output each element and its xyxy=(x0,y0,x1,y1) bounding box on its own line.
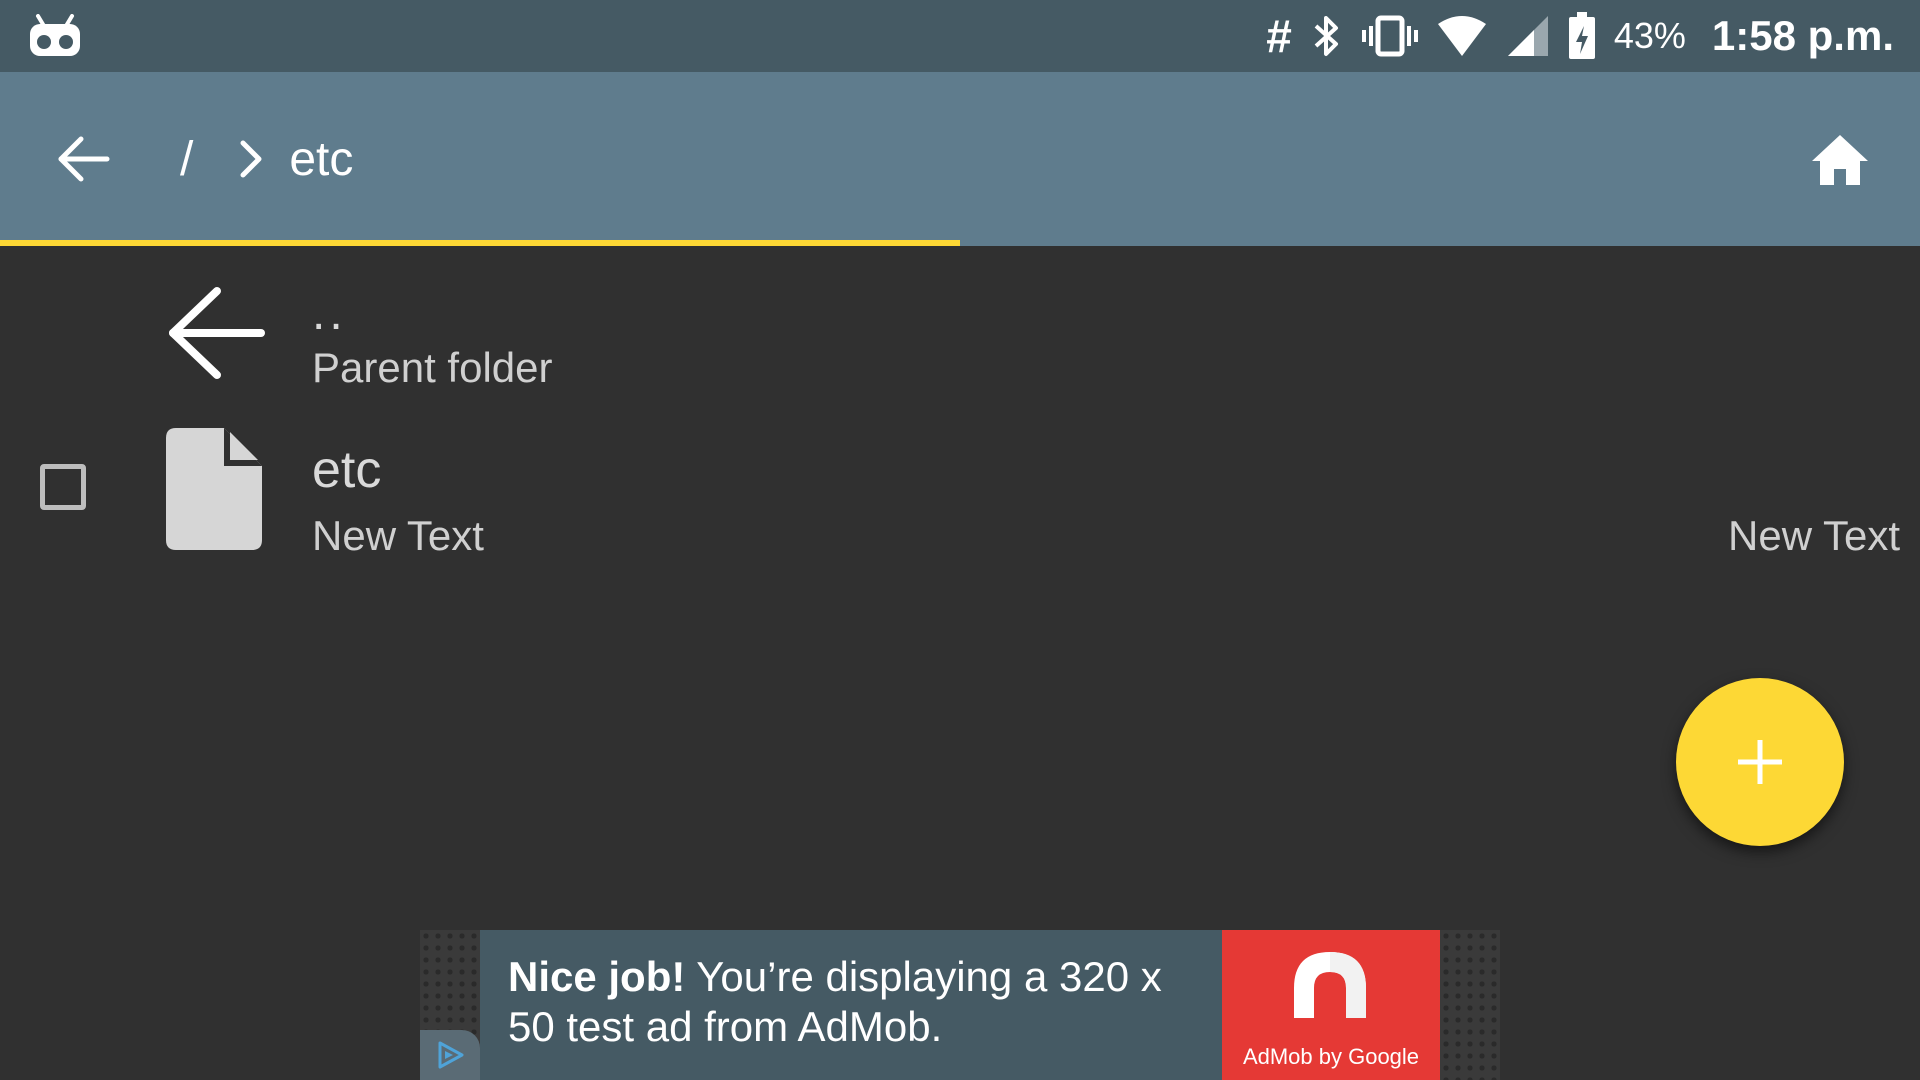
plus-icon xyxy=(1738,740,1782,784)
status-icons: # 43% 1:58 p.m. xyxy=(1266,0,1894,72)
breadcrumb-root[interactable]: / xyxy=(180,132,193,187)
battery-icon xyxy=(1568,12,1596,60)
list-item-parent-folder[interactable]: .. Parent folder xyxy=(0,262,1920,412)
status-bar: # 43% 1:58 p.m. xyxy=(0,0,1920,72)
file-right-text: New Text xyxy=(1728,512,1900,559)
admob-logo: AdMob by Google xyxy=(1222,930,1440,1080)
parent-arrow-icon xyxy=(160,268,270,398)
add-fab-button[interactable] xyxy=(1676,678,1844,846)
ad-headline-bold: Nice job! xyxy=(508,953,686,1000)
parent-folder-dots: .. xyxy=(312,287,347,340)
bluetooth-icon xyxy=(1310,14,1344,58)
ad-choices-icon xyxy=(438,1041,464,1069)
file-name: etc xyxy=(312,441,382,499)
admob-caption: AdMob by Google xyxy=(1242,1044,1420,1069)
breadcrumb-current[interactable]: etc xyxy=(289,132,353,187)
file-subtitle: New Text xyxy=(312,512,484,559)
back-arrow-icon xyxy=(58,136,110,182)
ad-choices-button[interactable] xyxy=(420,1030,480,1080)
home-button[interactable] xyxy=(1804,124,1876,196)
home-icon xyxy=(1812,135,1868,185)
wifi-icon xyxy=(1436,14,1488,58)
breadcrumb: / etc xyxy=(180,72,353,246)
loading-progress-bar xyxy=(0,240,1920,246)
parent-folder-label: Parent folder xyxy=(312,344,553,391)
ad-banner[interactable]: Nice job! You’re displaying a 320 x 50 t… xyxy=(480,930,1440,1080)
list-item-file[interactable]: etc New Text New Text xyxy=(0,420,1920,570)
clock: 1:58 p.m. xyxy=(1711,12,1894,59)
cyanogen-robot-icon xyxy=(28,14,82,58)
loading-progress-fill xyxy=(0,240,960,246)
cell-signal-icon xyxy=(1506,14,1550,58)
back-button[interactable] xyxy=(48,124,118,194)
file-checkbox[interactable] xyxy=(40,464,86,510)
hash-glyph: # xyxy=(1266,10,1292,62)
battery-percent: 43% xyxy=(1613,15,1686,56)
file-icon xyxy=(160,424,270,554)
vibrate-icon xyxy=(1361,14,1418,58)
app-bar: / etc xyxy=(0,72,1920,246)
ad-text: Nice job! You’re displaying a 320 x 50 t… xyxy=(508,952,1218,1052)
chevron-right-icon xyxy=(239,139,263,179)
admob-logo-icon xyxy=(1294,952,1366,1018)
